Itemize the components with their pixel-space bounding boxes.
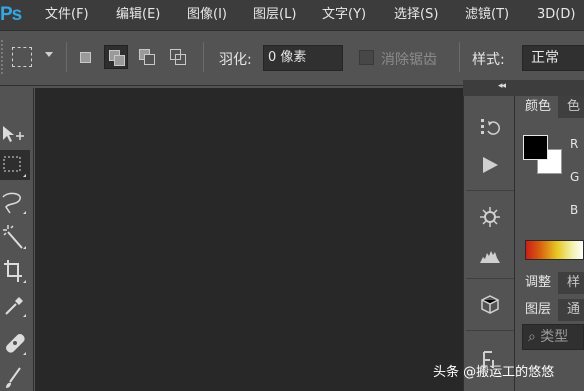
menu-3d[interactable]: 3D(D) (537, 0, 575, 30)
spot-healing-brush-tool-icon[interactable] (0, 328, 30, 358)
layer-filter-search[interactable]: ⌕ 类型 (522, 324, 584, 350)
lasso-tool-icon[interactable] (0, 187, 30, 217)
red-label: R (570, 137, 579, 151)
feather-input[interactable]: 0 像素 (263, 45, 343, 71)
green-label: G (570, 170, 580, 184)
adjustments-panel-tabs: 调整 样 (516, 272, 584, 294)
collapse-panels-icon[interactable]: ◂◂ (498, 81, 506, 91)
blue-label: B (570, 203, 579, 217)
anti-alias-label: 消除锯齿 (381, 52, 437, 68)
tab-adjustments[interactable]: 调整 (516, 272, 558, 294)
color-panel-tabs: 颜色 色 (516, 96, 584, 118)
search-icon: ⌕ (528, 329, 536, 345)
feather-label: 羽化: (219, 52, 252, 68)
tab-swatches[interactable]: 色 (558, 96, 584, 118)
rectangular-marquee-tool-icon[interactable] (0, 150, 30, 180)
options-separator (459, 42, 460, 72)
color-spectrum-ramp[interactable] (525, 240, 584, 260)
menu-filter[interactable]: 滤镜(T) (465, 0, 509, 30)
menu-layer[interactable]: 图层(L) (253, 0, 296, 30)
photoshop-logo: Ps (0, 4, 22, 25)
tab-channels[interactable]: 通 (558, 299, 584, 321)
brush-tool-icon[interactable] (0, 362, 30, 391)
3d-icon[interactable] (470, 290, 510, 320)
style-select[interactable]: 正常 (522, 45, 584, 71)
layer-filter-placeholder: 类型 (540, 329, 569, 345)
watermark-text: 头条 @搬运工的悠悠 (433, 365, 555, 380)
brush-settings-icon[interactable] (470, 202, 510, 232)
menu-image[interactable]: 图像(I) (187, 0, 227, 30)
layers-panel-tabs: 图层 通 (516, 299, 584, 321)
dock-divider (466, 190, 514, 191)
tool-preset-icon[interactable] (12, 47, 32, 67)
new-selection-button[interactable] (73, 45, 97, 69)
style-label: 样式: (472, 52, 505, 68)
subtract-from-selection-button[interactable] (135, 45, 159, 69)
options-grip-icon[interactable] (0, 38, 4, 78)
eyedropper-tool-icon[interactable] (0, 290, 30, 320)
history-icon[interactable] (470, 112, 510, 142)
menu-bar: Ps 文件(F) 编辑(E) 图像(I) 图层(L) 文字(Y) 选择(S) 滤… (0, 0, 584, 30)
foreground-color-swatch[interactable] (523, 135, 548, 160)
options-separator (66, 42, 67, 72)
add-to-selection-button[interactable] (104, 45, 128, 69)
intersect-selection-button[interactable] (166, 45, 190, 69)
histogram-icon[interactable] (470, 240, 510, 270)
crop-tool-icon[interactable] (0, 256, 30, 286)
options-separator (203, 42, 204, 72)
tool-preset-dropdown-icon[interactable] (45, 52, 53, 57)
document-canvas[interactable] (35, 88, 463, 391)
dock-header (463, 80, 584, 96)
move-tool-icon[interactable] (0, 118, 30, 148)
tab-styles[interactable]: 样 (558, 272, 584, 294)
tab-layers[interactable]: 图层 (516, 299, 558, 321)
menu-file[interactable]: 文件(F) (45, 0, 89, 30)
menu-type[interactable]: 文字(Y) (322, 0, 366, 30)
dock-divider (466, 278, 514, 279)
magic-wand-tool-icon[interactable] (0, 222, 30, 252)
tab-color[interactable]: 颜色 (516, 96, 558, 118)
menu-edit[interactable]: 编辑(E) (116, 0, 160, 30)
dock-divider (466, 330, 514, 331)
menu-select[interactable]: 选择(S) (394, 0, 438, 30)
actions-play-icon[interactable] (470, 150, 510, 180)
anti-alias-checkbox[interactable] (359, 50, 374, 65)
